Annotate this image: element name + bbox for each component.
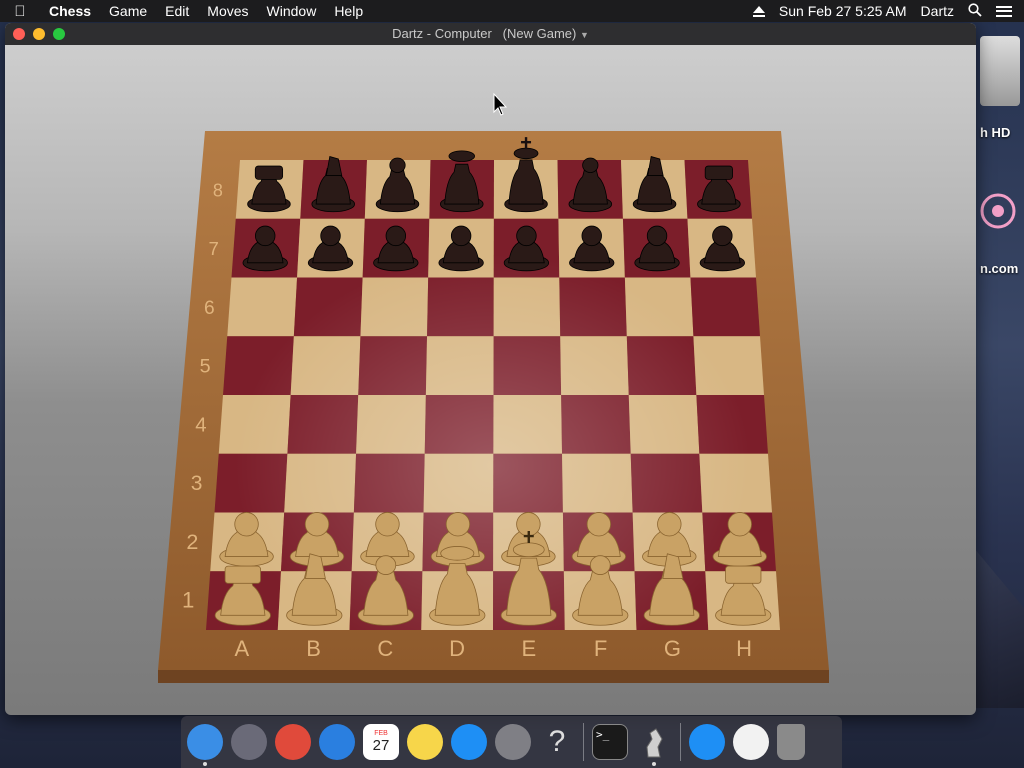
file-label-d: D [449, 636, 465, 661]
chrome-icon[interactable] [275, 724, 311, 760]
rank-label-3: 3 [191, 472, 203, 495]
system-preferences-icon[interactable] [495, 724, 531, 760]
document-icon[interactable] [733, 724, 769, 760]
file-label-g: G [664, 636, 681, 661]
finder-icon[interactable] [187, 724, 223, 766]
menu-game[interactable]: Game [100, 0, 156, 22]
board-frame-edge [158, 670, 829, 683]
menu-clock[interactable]: Sun Feb 27 5:25 AM [779, 3, 907, 19]
rank-label-1: 1 [182, 588, 194, 613]
dock-separator [680, 723, 681, 761]
file-label-e: E [522, 636, 537, 661]
trash-icon[interactable] [777, 724, 805, 760]
running-indicator [652, 762, 656, 766]
rank-label-8: 8 [213, 180, 223, 200]
app-store-downloads-icon[interactable] [689, 724, 725, 760]
apple-menu-icon[interactable]:  [0, 3, 40, 20]
spotlight-search-icon[interactable] [968, 2, 982, 20]
safari-icon[interactable] [319, 724, 355, 760]
notification-center-icon[interactable] [996, 5, 1012, 17]
chess-board[interactable]: 8 7 6 5 4 3 2 1 A B C D E F G H [0, 0, 1024, 768]
notes-icon[interactable] [407, 724, 443, 760]
menu-moves[interactable]: Moves [198, 0, 257, 22]
rank-label-5: 5 [200, 356, 211, 378]
calendar-day: 27 [372, 737, 390, 754]
chess-icon[interactable] [636, 724, 672, 766]
file-label-a: A [235, 636, 250, 661]
file-label-b: B [306, 636, 321, 661]
app-store-icon[interactable] [451, 724, 487, 760]
menu-user[interactable]: Dartz [921, 3, 954, 19]
rank-label-6: 6 [204, 298, 215, 319]
launchpad-icon[interactable] [231, 724, 267, 760]
menu-edit[interactable]: Edit [156, 0, 198, 22]
file-label-f: F [594, 636, 607, 661]
file-label-h: H [736, 636, 752, 661]
mouse-cursor [493, 92, 508, 116]
rank-label-7: 7 [208, 238, 218, 259]
eject-icon[interactable] [752, 5, 765, 17]
file-label-c: C [377, 636, 393, 661]
menu-app-chess[interactable]: Chess [40, 0, 100, 22]
dock: FEB 27? >_ [181, 716, 842, 768]
running-indicator [203, 762, 207, 766]
rank-label-2: 2 [186, 529, 198, 554]
terminal-icon[interactable]: >_ [592, 724, 628, 760]
menu-bar:  Chess Game Edit Moves Window Help Sun … [0, 0, 1024, 22]
menu-help[interactable]: Help [325, 0, 372, 22]
rank-label-4: 4 [195, 414, 206, 436]
help-icon[interactable]: ? [539, 724, 575, 760]
dock-separator [583, 723, 584, 761]
menu-window[interactable]: Window [258, 0, 326, 22]
calendar-icon[interactable]: FEB 27 [363, 724, 399, 760]
